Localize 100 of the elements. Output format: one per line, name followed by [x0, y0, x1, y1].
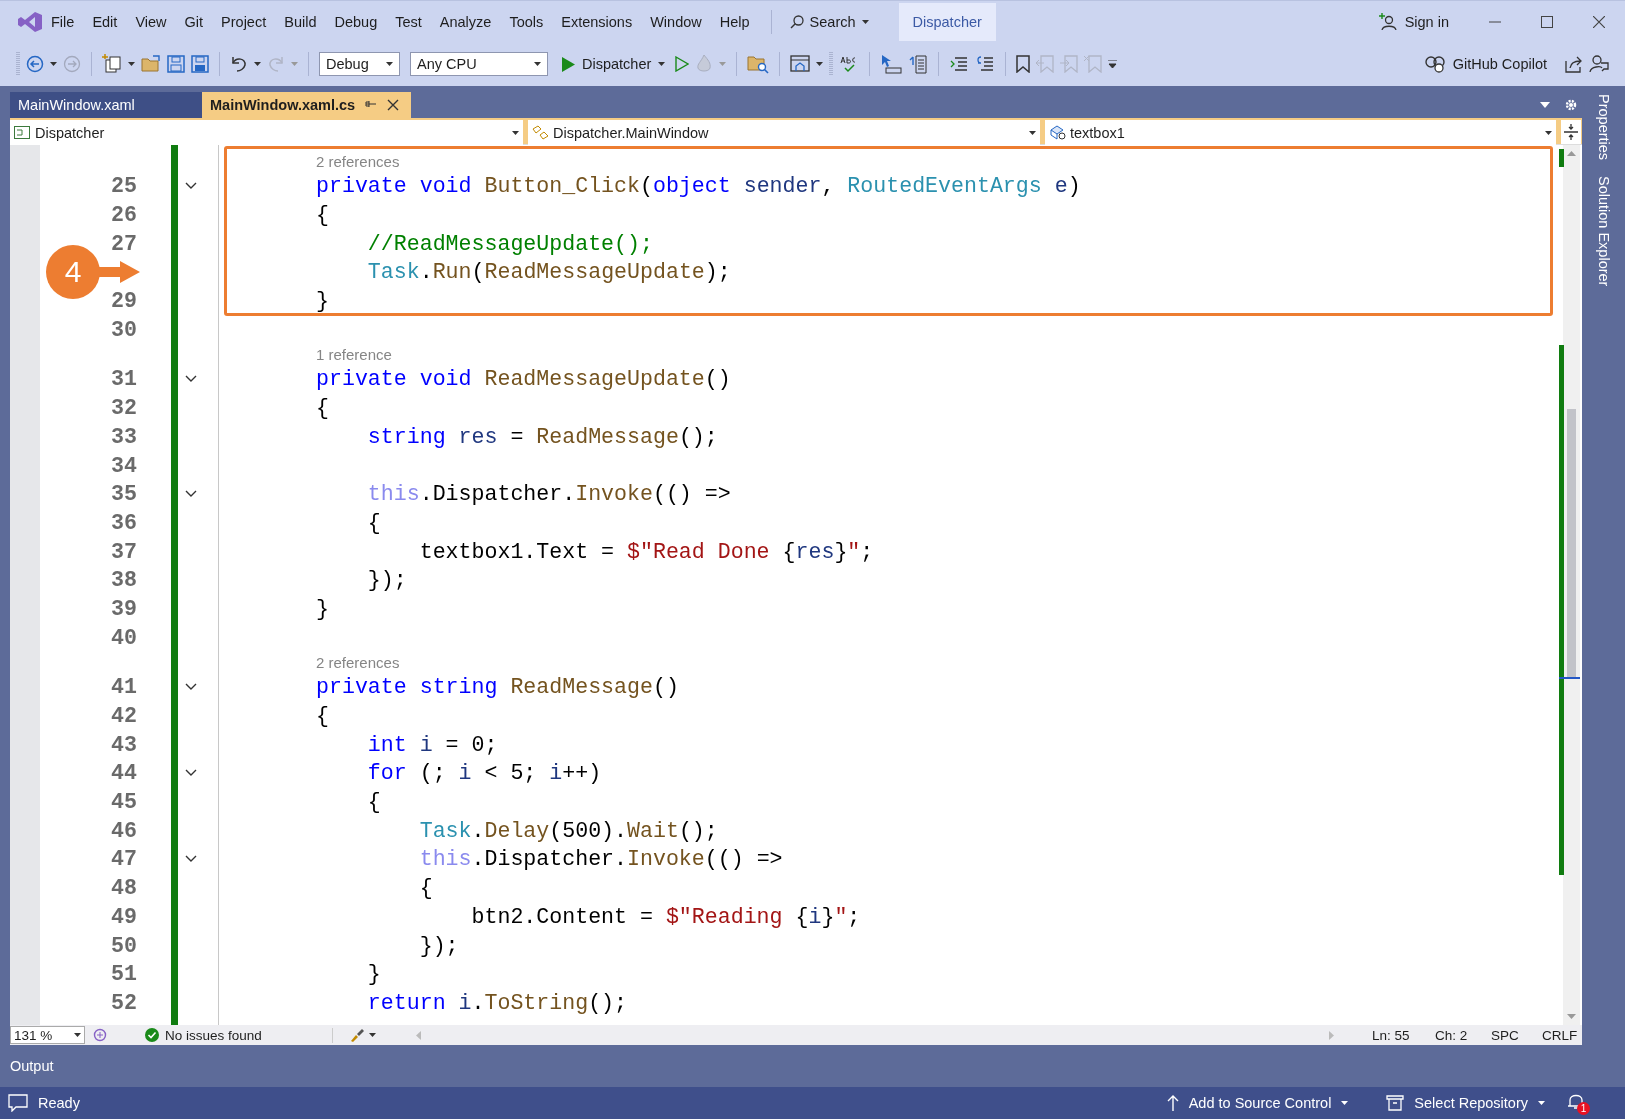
feedback-icon[interactable] [1589, 54, 1609, 74]
caret-icon[interactable] [50, 62, 57, 66]
side-tab[interactable]: Properties [1595, 94, 1612, 161]
caret-icon[interactable] [1029, 130, 1036, 135]
collapse-icon[interactable] [184, 769, 197, 778]
collapse-icon[interactable] [184, 182, 197, 191]
menu-item[interactable]: Debug [325, 9, 387, 34]
menu-item[interactable]: Build [275, 9, 326, 34]
copilot-button[interactable]: GitHub Copilot [1420, 53, 1551, 75]
split-icon[interactable] [1564, 124, 1578, 140]
document-tab[interactable]: MainWindow.xaml [10, 92, 202, 118]
notifications-button[interactable]: 1 [1567, 1092, 1589, 1114]
reference-count[interactable]: 2 references [316, 654, 400, 671]
share-icon[interactable] [1565, 55, 1583, 73]
menu-item[interactable]: Test [386, 9, 431, 34]
issues-status[interactable]: No issues found [165, 1027, 262, 1043]
new-project-icon[interactable] [102, 54, 122, 74]
grip-icon [16, 52, 20, 76]
caret-icon[interactable] [861, 19, 869, 24]
document-list-icon[interactable] [908, 54, 929, 74]
type-dropdown[interactable]: Dispatcher.MainWindow [528, 120, 1040, 145]
cursor-column[interactable]: Ch: 2 [1435, 1027, 1491, 1043]
code-line: { [316, 704, 329, 729]
project-dropdown[interactable]: Dispatcher [10, 120, 523, 145]
caret-icon[interactable] [534, 62, 541, 66]
caret-icon[interactable] [254, 62, 261, 66]
search-button[interactable]: Search [783, 9, 875, 34]
configuration-dropdown[interactable]: Debug [319, 52, 400, 76]
code-line: int i = 0; [366, 732, 498, 757]
whitespace-mode[interactable]: SPC [1491, 1027, 1542, 1043]
back-icon[interactable] [26, 55, 44, 73]
caret-icon[interactable] [658, 62, 666, 66]
brush-icon[interactable] [349, 1028, 365, 1042]
side-tab[interactable]: Solution Explorer [1595, 176, 1612, 287]
reference-count[interactable]: 2 references [316, 153, 400, 170]
menu-item[interactable]: Analyze [430, 9, 501, 34]
line-number: 38 [111, 568, 137, 593]
undo-icon[interactable] [230, 55, 248, 73]
menu-item[interactable]: Window [641, 9, 711, 34]
start-button[interactable]: Dispatcher [558, 54, 670, 74]
save-all-icon[interactable] [191, 55, 209, 73]
line-ending[interactable]: CRLF [1542, 1027, 1582, 1043]
maximize-icon[interactable] [1541, 15, 1553, 28]
code-health-icon[interactable] [93, 1028, 107, 1042]
open-folder-icon[interactable] [141, 55, 161, 73]
menu-item[interactable]: Project [212, 9, 276, 34]
settings-icon[interactable] [1564, 98, 1578, 112]
scrollbar-thumb[interactable] [1567, 409, 1576, 679]
document-tab[interactable]: MainWindow.xaml.cs [202, 92, 411, 118]
caret-icon[interactable] [1341, 1101, 1349, 1105]
line-number: 45 [111, 790, 137, 815]
code-line: private string ReadMessage() [316, 675, 679, 700]
collapse-icon[interactable] [184, 375, 197, 384]
window-home-icon[interactable] [790, 55, 811, 73]
menu-item[interactable]: View [126, 9, 176, 34]
folder-search-icon[interactable] [747, 54, 770, 74]
caret-icon[interactable] [369, 1033, 376, 1037]
outdent-list-icon[interactable] [975, 55, 996, 73]
menu-item[interactable]: Help [710, 9, 759, 34]
line-number: 37 [111, 539, 137, 564]
caret-icon[interactable] [512, 130, 519, 135]
sign-in-button[interactable]: Sign in [1378, 13, 1449, 30]
collapse-icon[interactable] [184, 490, 197, 499]
logo-icon [18, 10, 42, 33]
tab-list-icon[interactable] [1540, 102, 1550, 108]
overflow-icon[interactable] [1108, 60, 1118, 68]
caret-icon[interactable] [816, 62, 824, 66]
save-icon[interactable] [167, 55, 185, 73]
caret-icon[interactable] [1538, 1101, 1545, 1105]
close-icon[interactable] [387, 99, 400, 111]
code-line: { [366, 510, 381, 535]
panel-tab[interactable]: Output [10, 1058, 54, 1074]
line-number: 49 [111, 904, 137, 929]
menu-item[interactable]: Extensions [552, 9, 642, 34]
caret-icon[interactable] [74, 1033, 81, 1037]
bookmark-icon[interactable] [1016, 55, 1031, 73]
code-line: //ReadMessageUpdate(); [366, 231, 653, 256]
collapse-icon[interactable] [184, 683, 197, 692]
play-icon [562, 56, 575, 72]
menu-item[interactable]: File [42, 9, 84, 34]
repository-icon [1386, 1095, 1405, 1111]
pointer-tag-icon[interactable] [880, 54, 903, 74]
menu-item[interactable]: Git [175, 9, 213, 34]
line-number: 35 [111, 482, 137, 507]
platform-dropdown[interactable]: Any CPU [410, 52, 548, 76]
play-outline-icon[interactable] [675, 56, 690, 72]
source-control-button[interactable]: Add to Source Control [1166, 1095, 1349, 1111]
close-icon[interactable] [1593, 15, 1605, 28]
cursor-line[interactable]: Ln: 55 [1372, 1027, 1435, 1043]
zoom-dropdown[interactable]: 131 % [10, 1026, 85, 1044]
repository-button[interactable]: Select Repository [1386, 1095, 1545, 1111]
caret-icon[interactable] [386, 62, 393, 66]
collapse-icon[interactable] [184, 855, 197, 864]
reference-count[interactable]: 1 reference [316, 346, 392, 364]
indent-list-icon[interactable] [949, 55, 970, 73]
caret-icon[interactable] [128, 62, 135, 66]
menu-item[interactable]: Edit [83, 9, 127, 34]
menu-item[interactable]: Tools [500, 9, 553, 34]
caret-icon[interactable] [1545, 130, 1552, 135]
member-dropdown[interactable]: textbox1 [1045, 120, 1556, 145]
